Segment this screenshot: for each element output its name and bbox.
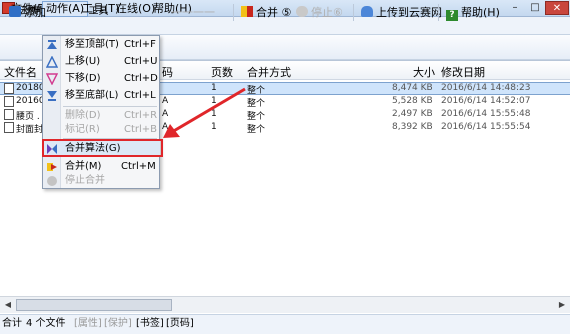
help-icon: ? [446, 10, 458, 21]
col-header-name[interactable]: 文件名 [4, 64, 37, 79]
shortcut-move-bottom: Ctrl+L [124, 90, 156, 101]
pdf-file-icon [4, 109, 14, 120]
highlight-annotation-box [42, 139, 163, 157]
move-top-icon [46, 39, 58, 51]
col-header-pages[interactable]: 页数 [211, 64, 233, 79]
row-mode: 整个 [247, 125, 266, 135]
add-icon [9, 6, 21, 17]
move-down-icon [45, 73, 59, 86]
status-pagecode[interactable]: [页码] [166, 317, 194, 331]
row-modified: 2016/6/14 14:52:07 [441, 96, 531, 106]
scroll-right-icon[interactable]: ▶ [555, 299, 569, 311]
minimize-button[interactable]: – [505, 1, 525, 15]
shortcut-move-top: Ctrl+F [124, 39, 156, 50]
row-size: 5,528 KB [392, 96, 433, 106]
faded-label: 一一一一 [171, 6, 215, 19]
row-size: 2,497 KB [392, 109, 433, 119]
toolbar-separator [233, 4, 234, 21]
row-size: 8,474 KB [392, 83, 433, 93]
status-total-label: 合计 [2, 318, 22, 329]
merge-button[interactable]: 合并 ⑤ [238, 3, 294, 22]
menu-item-move-down[interactable]: 下移(D) [65, 71, 101, 87]
row-pages: 1 [211, 122, 217, 132]
toolbar-separator [353, 4, 354, 21]
stop-icon [296, 6, 308, 17]
row-col-b: A [162, 96, 169, 106]
scroll-left-icon[interactable]: ◀ [1, 299, 15, 311]
pdf-file-icon [4, 96, 14, 107]
row-modified: 2016/6/14 15:55:54 [441, 122, 531, 132]
help-label: 帮助(H) [461, 6, 500, 19]
pdf-file-icon [4, 83, 14, 94]
add-label: 添加 [24, 6, 46, 19]
move-bottom-icon [46, 90, 58, 102]
row-col-b: A [162, 122, 169, 132]
pdf-file-icon [4, 122, 14, 133]
shortcut-merge: Ctrl+M [121, 161, 156, 172]
col-header-size[interactable]: 大小 [413, 64, 435, 79]
row-pages: 1 [211, 96, 217, 106]
maximize-button[interactable]: □ [525, 1, 545, 15]
status-file-count: 4 个文件 [26, 318, 66, 329]
merge-label: 合并 ⑤ [256, 6, 292, 19]
upload-button[interactable]: 上传到云赛网 [358, 3, 445, 22]
row-modified: 2016/6/14 14:48:23 [441, 83, 531, 93]
col-header-mode[interactable]: 合并方式 [247, 64, 291, 79]
stop-label: 停止⑥ [311, 6, 343, 19]
row-pages: 1 [211, 83, 217, 93]
status-properties[interactable]: [属性] [74, 317, 102, 331]
status-protect[interactable]: [保护] [104, 317, 132, 331]
stop-button[interactable]: 停止⑥ [293, 3, 346, 22]
menu-item-stop-merge[interactable]: 停止合并 [65, 173, 105, 189]
scrollbar-thumb[interactable] [16, 299, 172, 311]
row-name: 封面封 [16, 125, 44, 135]
col-header-modified[interactable]: 修改日期 [441, 64, 485, 79]
shortcut-move-up: Ctrl+U [124, 56, 158, 67]
status-bookmark[interactable]: [书签] [136, 317, 164, 331]
row-col-b: A [162, 109, 169, 119]
merge-icon [241, 6, 253, 17]
col-header-code[interactable]: 码 [162, 64, 173, 79]
stop-merge-icon [46, 175, 58, 187]
help-button[interactable]: ? 帮助(H) [443, 3, 503, 22]
upload-label: 上传到云赛网 [376, 6, 442, 19]
toolbar-separator [438, 4, 439, 21]
menu-item-move-up[interactable]: 上移(U) [65, 54, 100, 70]
move-up-icon [45, 55, 59, 68]
merge-icon [46, 161, 58, 173]
shortcut-move-down: Ctrl+D [124, 73, 158, 84]
row-size: 8,392 KB [392, 122, 433, 132]
faded-toolbar-button[interactable]: 一一一一 [168, 3, 218, 22]
close-button[interactable]: ✕ [545, 1, 569, 15]
row-pages: 1 [211, 109, 217, 119]
add-button[interactable]: 添加 [6, 3, 49, 22]
menu-separator [63, 106, 157, 107]
row-modified: 2016/6/14 15:55:48 [441, 109, 531, 119]
menu-item-move-top[interactable]: 移至顶部(T) [65, 37, 119, 53]
menu-item-move-bottom[interactable]: 移至底部(L) [65, 88, 118, 104]
cloud-upload-icon [361, 6, 373, 17]
menu-item-mark[interactable]: 标记(R) [65, 122, 100, 138]
shortcut-mark: Ctrl+B [124, 124, 158, 135]
